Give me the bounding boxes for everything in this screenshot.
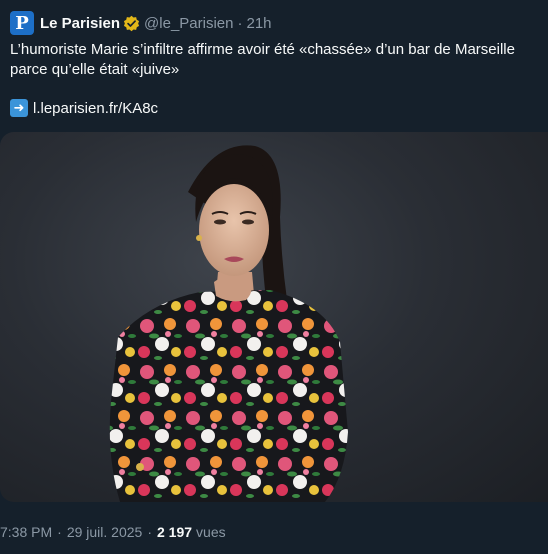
tweet-header: P Le Parisien @le_Parisien · 21h	[10, 10, 272, 36]
tweet-text: L’humoriste Marie s’infiltre affirme avo…	[10, 41, 515, 78]
author-name[interactable]: Le Parisien	[40, 15, 120, 32]
tweet-age[interactable]: 21h	[246, 15, 271, 32]
tweet-link-row: ➜ l.leparisien.fr/KA8c	[10, 98, 158, 118]
separator-dot: ·	[237, 14, 243, 32]
avatar-letter: P	[15, 12, 29, 34]
tweet-link[interactable]: l.leparisien.fr/KA8c	[33, 100, 158, 117]
views-label: vues	[196, 524, 226, 540]
separator-dot: ·	[57, 524, 62, 540]
right-arrow-icon: ➜	[10, 99, 28, 117]
le-parisien-avatar[interactable]: P	[10, 11, 34, 35]
separator-dot: ·	[147, 524, 152, 540]
tweet-meta: 7:38 PM · 29 juil. 2025 · 2 197 vues	[0, 522, 226, 542]
portrait-photo-illustration	[109, 145, 348, 502]
tweet-date[interactable]: 29 juil. 2025	[67, 524, 143, 540]
author-handle[interactable]: @le_Parisien	[144, 15, 233, 32]
tweet-time[interactable]: 7:38 PM	[0, 524, 52, 540]
views-count: 2 197	[157, 524, 193, 540]
tweet-photo[interactable]	[0, 132, 548, 502]
gold-verified-badge-icon[interactable]	[123, 15, 140, 32]
